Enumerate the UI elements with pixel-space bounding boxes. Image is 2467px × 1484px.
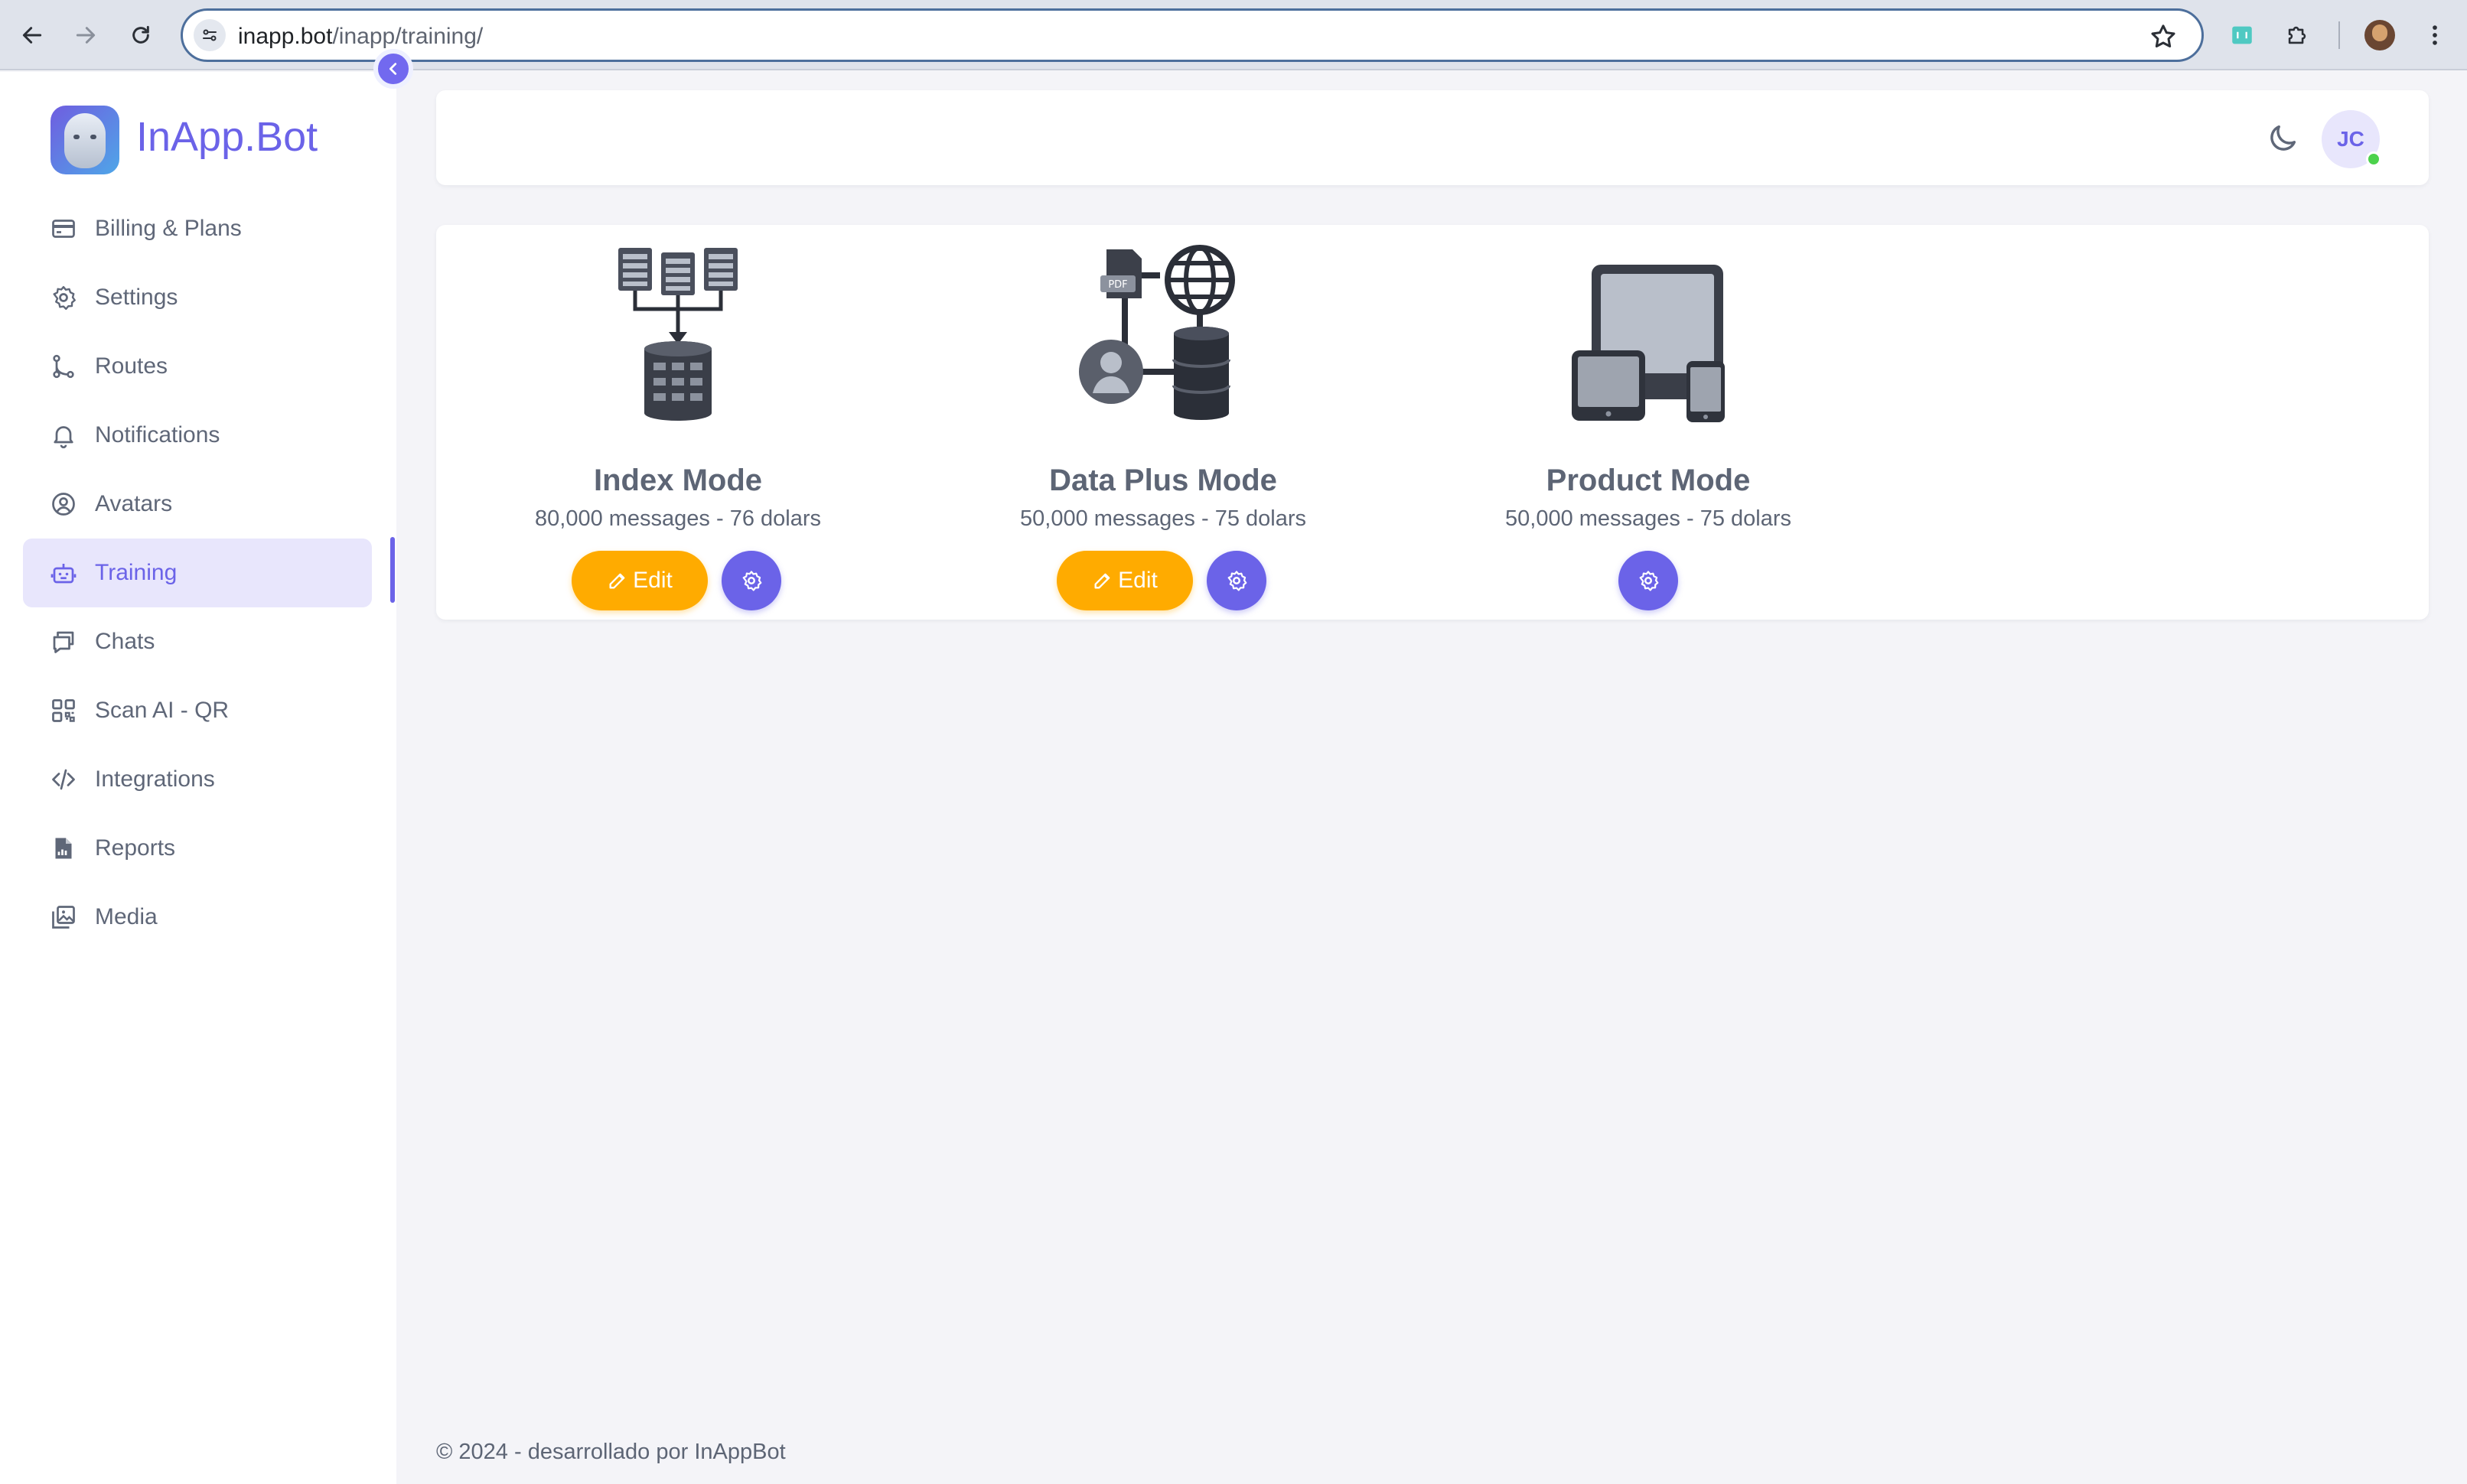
- sidebar-item-settings[interactable]: Settings: [23, 263, 372, 332]
- puzzle-extensions-icon[interactable]: [2280, 18, 2314, 52]
- product-mode-illustration: [1572, 265, 1725, 422]
- sidebar-item-label: Routes: [95, 353, 168, 379]
- mode-settings-button[interactable]: [1618, 551, 1678, 610]
- mode-settings-button[interactable]: [1207, 551, 1266, 610]
- back-arrow-icon[interactable]: [14, 17, 51, 54]
- chevron-left-icon: [389, 63, 397, 75]
- index-mode-illustration: [618, 248, 738, 421]
- mode-pricing: 50,000 messages - 75 dolars: [1505, 506, 1791, 531]
- active-indicator: [390, 537, 395, 603]
- edit-button-label: Edit: [633, 568, 673, 593]
- data-plus-mode-illustration: PDF: [1079, 245, 1235, 420]
- url-text: inapp.bot/inapp/training/: [238, 24, 483, 50]
- top-header: JC: [436, 90, 2429, 185]
- footer-copyright: © 2024 - desarrollado por InAppBot: [436, 1440, 786, 1464]
- sidebar-item-scan-ai-qr[interactable]: Scan AI - QR: [23, 676, 372, 745]
- credit-card-icon: [49, 214, 78, 243]
- url-path: /inapp/training/: [332, 24, 484, 49]
- mode-card-product: Product Mode 50,000 messages - 75 dolars: [1457, 242, 1840, 610]
- edit-button-label: Edit: [1118, 568, 1158, 593]
- sidebar-item-label: Notifications: [95, 422, 220, 447]
- url-host: inapp.bot: [238, 24, 333, 49]
- edit-button[interactable]: Edit: [572, 551, 708, 610]
- pencil-icon: [1094, 573, 1110, 589]
- profile-avatar[interactable]: [2364, 20, 2395, 50]
- brand-name[interactable]: InApp.Bot: [136, 113, 318, 161]
- sidebar-item-label: Billing & Plans: [95, 216, 242, 241]
- brand-logo[interactable]: [51, 106, 119, 174]
- kebab-menu-icon[interactable]: [2418, 18, 2452, 52]
- sidebar-item-label: Chats: [95, 629, 155, 654]
- qr-code-icon: [49, 696, 78, 725]
- extension-icon[interactable]: [2225, 18, 2259, 52]
- site-settings-icon[interactable]: [194, 19, 226, 51]
- sidebar-item-avatars[interactable]: Avatars: [23, 470, 372, 539]
- edit-button[interactable]: Edit: [1057, 551, 1193, 610]
- pencil-icon: [609, 573, 625, 589]
- chat-bubbles-icon: [49, 627, 78, 656]
- sidebar-item-notifications[interactable]: Notifications: [23, 401, 372, 470]
- code-icon: [49, 765, 78, 794]
- sidebar-item-chats[interactable]: Chats: [23, 607, 372, 676]
- mode-pricing: 80,000 messages - 76 dolars: [535, 506, 821, 531]
- sidebar-item-routes[interactable]: Routes: [23, 332, 372, 401]
- gear-icon: [742, 571, 762, 591]
- mode-settings-button[interactable]: [722, 551, 781, 610]
- sidebar-item-label: Avatars: [95, 491, 173, 516]
- mode-title: Data Plus Mode: [1049, 464, 1277, 497]
- sidebar-item-label: Media: [95, 904, 158, 929]
- sidebar-item-media[interactable]: Media: [23, 883, 372, 952]
- sidebar-item-label: Integrations: [95, 766, 215, 792]
- sidebar-item-billing-plans[interactable]: Billing & Plans: [23, 194, 372, 263]
- bookmark-star-icon[interactable]: [2148, 21, 2179, 52]
- image-gallery-icon: [49, 903, 78, 932]
- mode-card-index: Index Mode 80,000 messages - 76 dolars E…: [487, 242, 869, 610]
- mode-pricing: 50,000 messages - 75 dolars: [1020, 506, 1306, 531]
- sidebar-item-label: Reports: [95, 835, 176, 861]
- forward-arrow-icon[interactable]: [67, 17, 104, 54]
- sidebar-item-reports[interactable]: Reports: [23, 814, 372, 883]
- gear-icon: [1639, 571, 1659, 591]
- mode-title: Index Mode: [593, 464, 763, 497]
- training-modes-card: Index Mode 80,000 messages - 76 dolars E…: [436, 225, 2429, 620]
- sidebar-menu: Billing & Plans Settings Routes Notifica…: [23, 194, 372, 952]
- sidebar-item-label: Training: [95, 560, 178, 585]
- bell-icon: [49, 421, 78, 450]
- sidebar-item-training[interactable]: Training: [23, 539, 372, 607]
- mode-card-data-plus: PDF Data Plus Mode 50,000 messages - 75 …: [972, 242, 1354, 610]
- svg-text:PDF: PDF: [1108, 279, 1127, 291]
- gear-icon: [1227, 571, 1247, 591]
- sidebar: InApp.Bot Billing & Plans Settings Route…: [0, 72, 396, 1484]
- reload-icon[interactable]: [122, 17, 159, 54]
- report-file-icon: [49, 834, 78, 863]
- gear-icon: [49, 283, 78, 312]
- moon-icon[interactable]: [2265, 121, 2300, 156]
- address-bar[interactable]: inapp.bot/inapp/training/: [181, 8, 2204, 62]
- sidebar-item-label: Settings: [95, 285, 178, 310]
- browser-toolbar: inapp.bot/inapp/training/: [0, 0, 2467, 70]
- online-status-indicator: [2366, 151, 2381, 167]
- collapse-sidebar-button[interactable]: [373, 49, 413, 89]
- mode-title: Product Mode: [1546, 464, 1751, 497]
- git-branch-icon: [49, 352, 78, 381]
- toolbar-divider: [2338, 21, 2340, 49]
- robot-icon: [49, 558, 78, 587]
- user-circle-icon: [49, 490, 78, 519]
- sidebar-item-label: Scan AI - QR: [95, 698, 230, 723]
- sidebar-item-integrations[interactable]: Integrations: [23, 745, 372, 814]
